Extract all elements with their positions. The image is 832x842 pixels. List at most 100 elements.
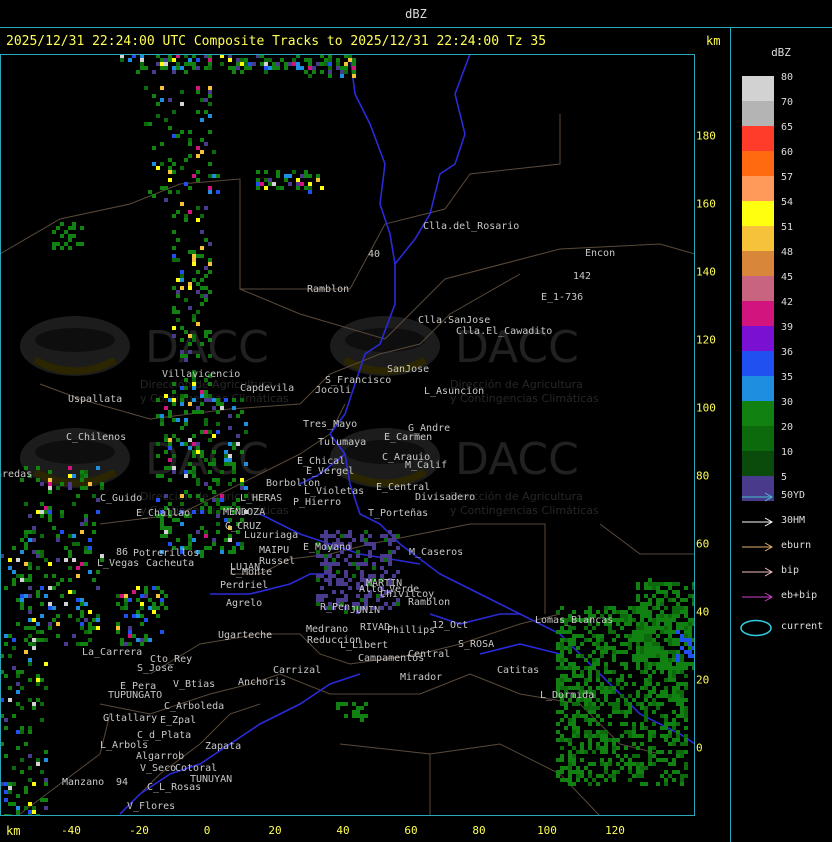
x-axis-tick: 100 — [537, 824, 557, 837]
place-label: E_1-736 — [541, 292, 583, 303]
place-label: Mirador — [400, 672, 442, 683]
place-label: Medrano — [306, 624, 348, 635]
place-label: L_Dormida — [540, 690, 594, 701]
place-label: Gltallary — [103, 713, 157, 724]
place-label: S_ROSA — [458, 639, 494, 650]
place-label: JUNIN — [350, 605, 380, 616]
radar-map[interactable]: DACCDirección de Agriculturay Contingenc… — [0, 54, 695, 816]
place-label: 86 — [116, 547, 128, 558]
place-label: L_Libert — [340, 640, 388, 651]
track-label: eb+bip — [781, 590, 818, 601]
place-label: Carrizal — [273, 665, 321, 676]
legend-swatch-label: 80 — [781, 72, 794, 83]
legend-swatch — [742, 251, 774, 276]
track-label: 50YD — [781, 490, 806, 501]
place-label: Catitas — [497, 665, 539, 676]
track-arrow-icon — [742, 567, 774, 577]
track-label: 30HM — [781, 515, 806, 526]
legend-swatch-label: 36 — [781, 347, 794, 358]
legend-swatch — [742, 176, 774, 201]
place-label: E_Moyano — [303, 542, 351, 553]
legend-swatch-label: 70 — [781, 97, 794, 108]
place-label: E_Vergel — [306, 466, 354, 477]
legend-swatch-label: 35 — [781, 372, 794, 383]
place-label: S_Jose — [137, 663, 173, 674]
y-axis-tick: 80 — [696, 469, 710, 483]
map-header-title: 2025/12/31 22:24:00 UTC Composite Tracks… — [6, 34, 547, 49]
current-ellipse-icon — [740, 619, 772, 637]
place-label: Jocoli — [315, 385, 351, 396]
place-label: 142 — [573, 271, 591, 282]
y-axis-unit-label: km — [706, 34, 721, 48]
y-axis-tick: 160 — [696, 197, 716, 211]
legend-swatch-label: 42 — [781, 297, 794, 308]
track-arrow-icon — [742, 592, 774, 602]
place-label: 12_Oct — [432, 620, 468, 631]
track-label: eburn — [781, 540, 812, 551]
y-axis-tick: 120 — [696, 333, 716, 347]
current-label: current — [781, 621, 824, 632]
place-label: E_Carmen — [384, 432, 432, 443]
place-label: Russel — [259, 556, 295, 567]
x-axis-tick: 60 — [404, 824, 418, 837]
place-label: Zapata — [205, 741, 241, 752]
place-label: Perdriel — [220, 580, 268, 591]
place-label: MAIPU — [259, 545, 289, 556]
place-label: TUPUNGATO — [108, 690, 162, 701]
x-axis-tick: -20 — [129, 824, 149, 837]
legend-swatch-label: 20 — [781, 422, 794, 433]
place-label: C_L_Rosas — [147, 782, 201, 793]
legend-swatch — [742, 426, 774, 451]
place-label: L_Asuncion — [424, 386, 484, 397]
legend-swatch-label: 57 — [781, 172, 794, 183]
place-label: L_Violetas — [304, 486, 364, 497]
place-label: Divisadero — [415, 492, 475, 503]
place-label: P_Hierro — [293, 497, 341, 508]
track-label: bip — [781, 565, 800, 576]
place-label: Clla.SanJose — [418, 315, 490, 326]
legend-swatch-label: 45 — [781, 272, 794, 283]
place-label: C_Guido — [100, 493, 142, 504]
y-axis-tick: 100 — [696, 401, 716, 415]
place-label: Algarrob — [136, 751, 184, 762]
legend-swatch — [742, 151, 774, 176]
place-label: MENDOZA — [223, 507, 265, 518]
place-label: Ugarteche — [218, 630, 272, 641]
legend-swatch — [742, 201, 774, 226]
legend-swatch — [742, 376, 774, 401]
y-axis-tick: 40 — [696, 605, 710, 619]
place-label: La_Carrera — [82, 647, 142, 658]
legend-swatch-label: 54 — [781, 197, 794, 208]
legend-panel: dBZ 80 70 65 60 57 54 51 48 45 42 39 36 35 30 20 10 5 50Y… — [730, 28, 832, 842]
legend-title: dBZ — [771, 46, 791, 59]
place-label: Luzuriaga — [244, 530, 298, 541]
legend-swatch-label: 10 — [781, 447, 794, 458]
window-title-bar: dBZ — [0, 0, 832, 28]
place-label: Cotoral — [175, 763, 217, 774]
place-label: Paredas — [0, 469, 32, 480]
place-label: Ramblon — [408, 597, 450, 608]
window-title: dBZ — [405, 7, 427, 21]
x-axis-tick: 0 — [203, 824, 211, 837]
place-label: 94 — [116, 777, 128, 788]
y-axis-tick: 20 — [696, 673, 710, 687]
place-label: Phillips — [387, 625, 435, 636]
place-label: Ramblon — [307, 284, 349, 295]
place-label: E_Zpal — [160, 715, 196, 726]
place-label: M_Calif — [405, 460, 447, 471]
legend-swatch-label: 30 — [781, 397, 794, 408]
place-label: E_Challao — [136, 508, 190, 519]
x-axis-tick: 40 — [336, 824, 350, 837]
x-axis: km -40 -20 0 20 40 60 80 100 120 — [0, 816, 730, 842]
place-label: C_Monte — [230, 567, 272, 578]
place-label: 40 — [368, 249, 380, 260]
place-label: Tulumaya — [318, 437, 366, 448]
y-axis-tick: 140 — [696, 265, 716, 279]
place-label: Encon — [585, 248, 615, 259]
place-label: L_Vegas — [97, 558, 139, 569]
place-label: SanJose — [387, 364, 429, 375]
place-label: Clla.del_Rosario — [423, 221, 519, 232]
legend-swatch-label: 65 — [781, 122, 794, 133]
place-label: Villavicencio — [162, 369, 240, 380]
legend-swatch-label: 48 — [781, 247, 794, 258]
